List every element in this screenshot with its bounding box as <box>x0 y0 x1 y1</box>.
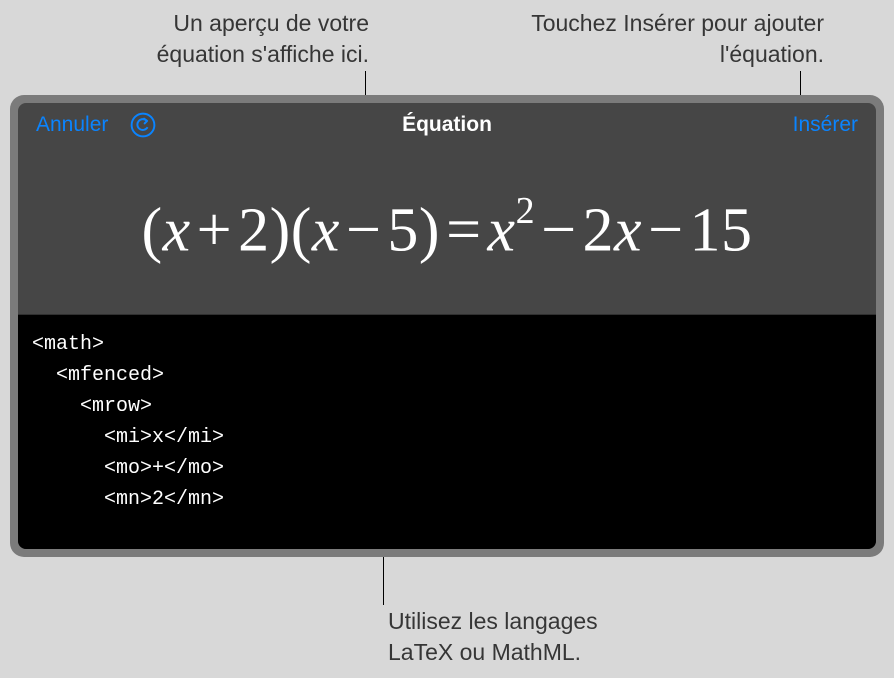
eq-num: 15 <box>690 196 753 264</box>
dialog-title: Équation <box>402 113 492 136</box>
eq-eq: = <box>440 196 487 264</box>
eq-var: x <box>312 196 340 264</box>
code-line: <mrow> <box>32 395 152 418</box>
eq-op: − <box>535 196 582 264</box>
callout-code: Utilisez les langages LaTeX ou MathML. <box>388 606 668 668</box>
code-input[interactable]: <math> <mfenced> <mrow> <mi>x</mi> <mo>+… <box>18 315 876 549</box>
eq-num: 2 <box>583 196 615 264</box>
eq-var: x <box>163 196 191 264</box>
eq-var: x <box>488 196 516 264</box>
code-line: <mi>x</mi> <box>32 426 224 449</box>
eq-op: − <box>642 196 689 264</box>
callout-preview: Un aperçu de votre équation s'affiche ic… <box>89 8 369 70</box>
code-line: <mo>+</mo> <box>32 457 224 480</box>
code-line: <mn>2</mn> <box>32 488 224 511</box>
cancel-button[interactable]: Annuler <box>36 113 108 137</box>
code-line: <math> <box>32 333 104 356</box>
equation-preview-area: (x+2)(x−5)=x2−2x−15 <box>18 147 876 315</box>
equation-dialog: Annuler Équation Insérer (x+2)(x−5)=x2−2… <box>18 103 876 549</box>
device-frame: Annuler Équation Insérer (x+2)(x−5)=x2−2… <box>10 95 884 557</box>
eq-num: 2 <box>238 196 270 264</box>
eq-op: − <box>340 196 387 264</box>
insert-button[interactable]: Insérer <box>793 113 858 136</box>
equation-preview: (x+2)(x−5)=x2−2x−15 <box>141 195 752 267</box>
code-line: <mfenced> <box>32 364 164 387</box>
eq-var: x <box>614 196 642 264</box>
undo-icon[interactable] <box>130 112 156 138</box>
eq-sup: 2 <box>516 190 536 232</box>
eq-num: 5 <box>387 196 419 264</box>
nav-bar: Annuler Équation Insérer <box>18 103 876 147</box>
eq-op: + <box>191 196 238 264</box>
callout-insert: Touchez Insérer pour ajouter l'équation. <box>524 8 824 70</box>
